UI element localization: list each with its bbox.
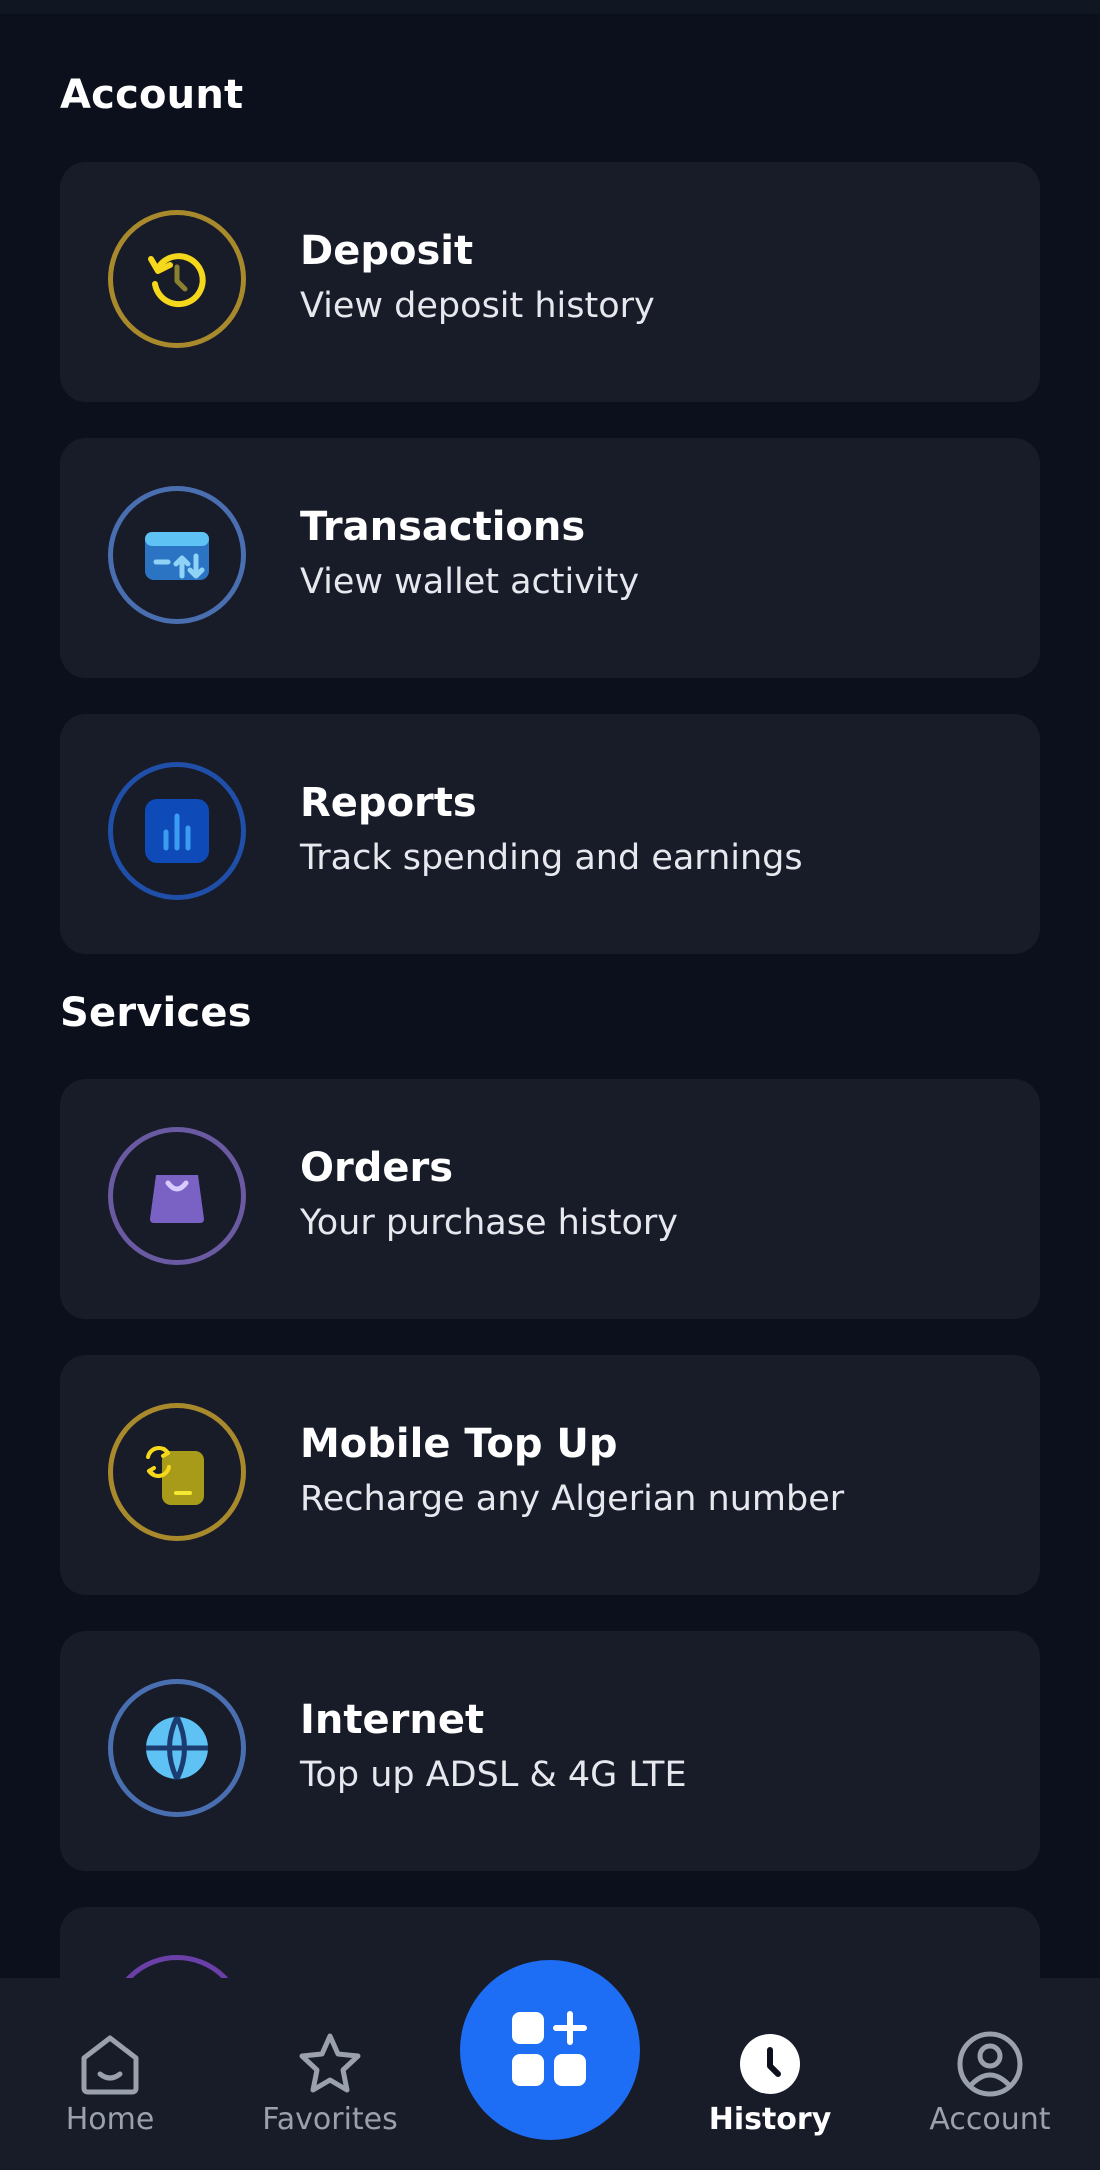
card-title: Mobile Top Up: [300, 1421, 618, 1467]
card-subtitle: View deposit history: [300, 286, 655, 326]
card-subtitle: Your purchase history: [300, 1203, 679, 1243]
wallet-transactions-icon: [145, 532, 209, 580]
status-bar-strip: [0, 0, 1100, 14]
mobile-top-up-icon-ring: [108, 1403, 246, 1541]
user-icon: [957, 2031, 1023, 2097]
transactions-icon-ring: [108, 486, 246, 624]
clock-icon: [740, 2034, 800, 2094]
orders-icon-ring: [108, 1127, 246, 1265]
section-title-services: Services: [60, 990, 252, 1036]
add-service-icon: [512, 2011, 587, 2086]
internet-icon-ring: [108, 1679, 246, 1817]
card-title: Internet: [300, 1697, 485, 1743]
deposit-history-icon: [148, 253, 206, 308]
nav-account[interactable]: Account: [890, 1978, 1090, 2170]
bar-chart-icon: [145, 799, 209, 863]
nav-history-label: History: [708, 2102, 832, 2137]
menu-card-internet[interactable]: Internet Top up ADSL & 4G LTE: [60, 1631, 1040, 1871]
home-icon: [81, 2035, 139, 2095]
star-icon: [299, 2033, 361, 2093]
nav-favorites-label: Favorites: [262, 2102, 398, 2137]
menu-card-deposit[interactable]: Deposit View deposit history: [60, 162, 1040, 402]
deposit-icon-ring: [108, 210, 246, 348]
card-title: Reports: [300, 780, 477, 826]
menu-card-mobile-top-up[interactable]: Mobile Top Up Recharge any Algerian numb…: [60, 1355, 1040, 1595]
section-title-account: Account: [60, 72, 244, 118]
nav-account-label: Account: [929, 2102, 1051, 2137]
shopping-bag-icon: [150, 1175, 204, 1223]
card-title: Orders: [300, 1145, 454, 1191]
card-subtitle: Recharge any Algerian number: [300, 1479, 845, 1519]
nav-home-label: Home: [65, 2102, 155, 2137]
nav-history[interactable]: History: [670, 1978, 870, 2170]
reports-icon-ring: [108, 762, 246, 900]
add-service-button[interactable]: [460, 1960, 640, 2140]
nav-home[interactable]: Home: [10, 1978, 210, 2170]
card-subtitle: View wallet activity: [300, 562, 640, 602]
card-title: Transactions: [300, 504, 586, 550]
card-title: Deposit: [300, 228, 474, 274]
menu-card-reports[interactable]: Reports Track spending and earnings: [60, 714, 1040, 954]
card-subtitle: Track spending and earnings: [300, 838, 803, 878]
card-subtitle: Top up ADSL & 4G LTE: [300, 1755, 687, 1795]
globe-icon: [146, 1715, 208, 1781]
mobile-topup-icon: [146, 1446, 204, 1505]
nav-favorites[interactable]: Favorites: [230, 1978, 430, 2170]
menu-card-transactions[interactable]: Transactions View wallet activity: [60, 438, 1040, 678]
menu-card-orders[interactable]: Orders Your purchase history: [60, 1079, 1040, 1319]
